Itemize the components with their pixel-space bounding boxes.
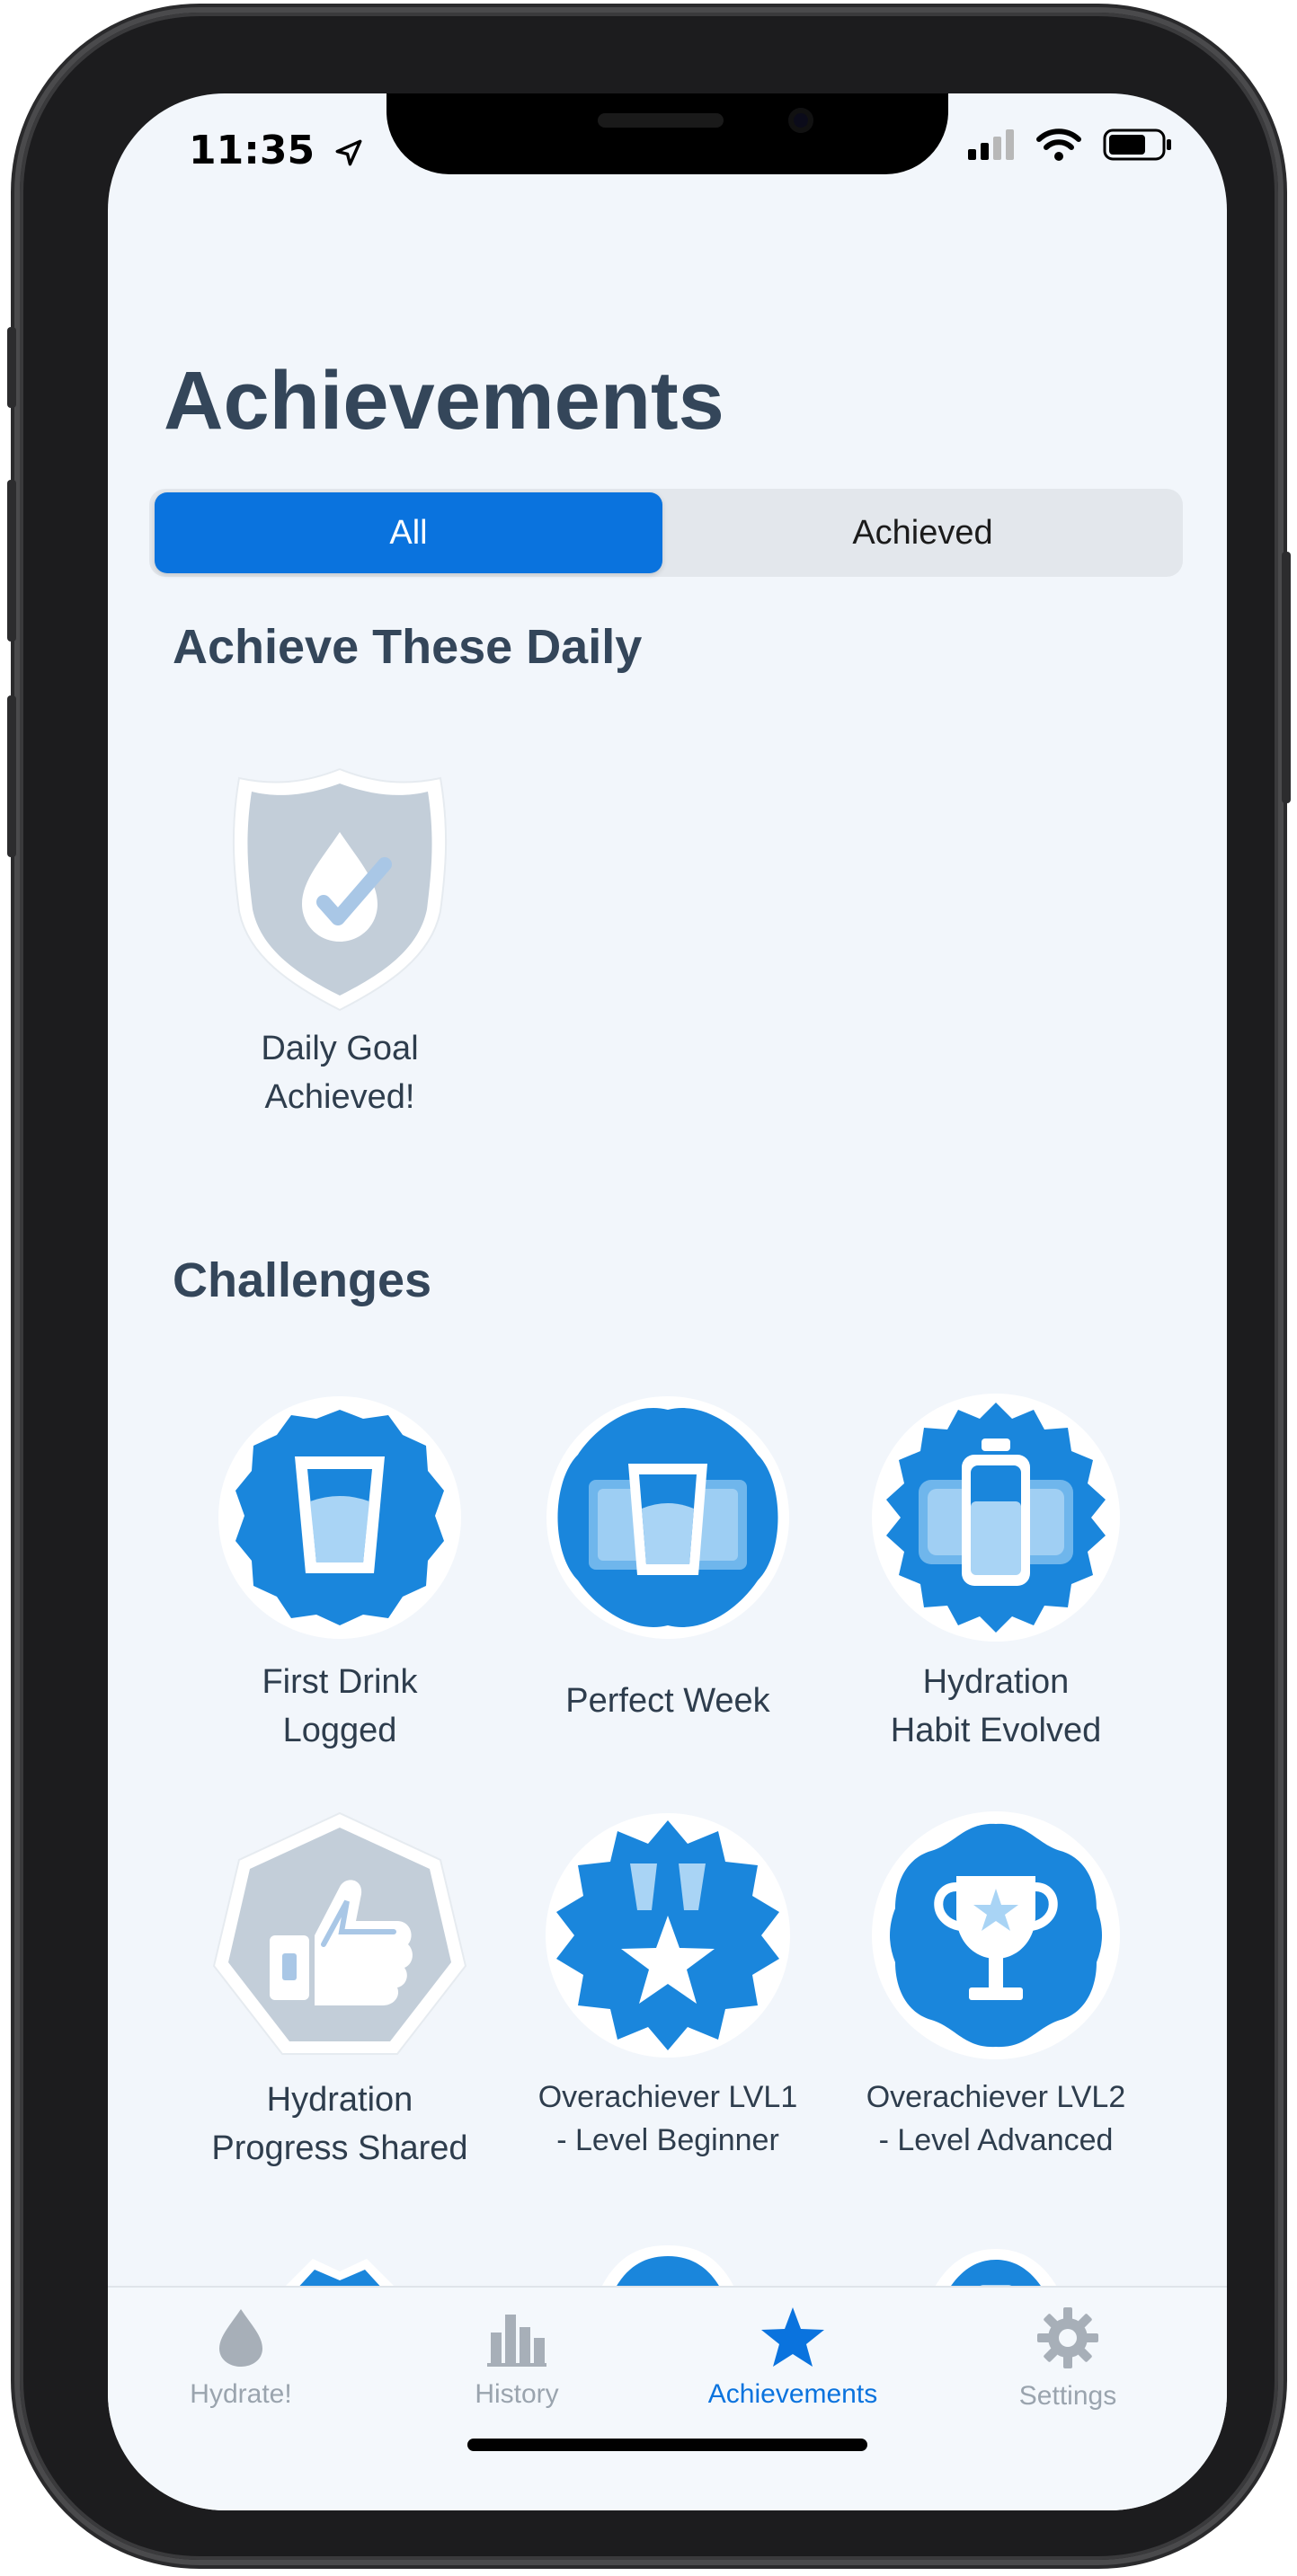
badge-overachiever-lvl2[interactable]: Overachiever LVL2 - Level Advanced	[861, 1801, 1131, 2162]
segment-achieved[interactable]: Achieved	[669, 492, 1177, 573]
badge-label-line1: Overachiever LVL2	[866, 2080, 1126, 2114]
section-title-daily: Achieve These Daily	[173, 620, 643, 674]
status-time: 11:35	[189, 128, 364, 173]
badge-label: Hydration Progress Shared	[205, 2076, 475, 2173]
badge-label-line2: Habit Evolved	[890, 1712, 1102, 1749]
tab-hydrate[interactable]: Hydrate!	[124, 2306, 358, 2410]
speaker	[598, 113, 724, 128]
star-medal-icon	[546, 1813, 790, 2058]
mute-switch	[7, 327, 16, 408]
front-camera	[788, 108, 813, 133]
badge-label-line2: - Level Beginner	[556, 2123, 779, 2157]
section-title-challenges: Challenges	[173, 1253, 432, 1307]
bottles-icon	[872, 1394, 1120, 1642]
badge-label-line1: Perfect Week	[565, 1682, 770, 1720]
status-time-text: 11:35	[189, 128, 315, 173]
tab-settings[interactable]: Settings	[951, 2306, 1185, 2412]
badge-overachiever-lvl1[interactable]: Overachiever LVL1 - Level Beginner	[533, 1801, 803, 2162]
tab-achievements[interactable]: Achievements	[676, 2306, 910, 2410]
badge-hydration-habit-evolved[interactable]: Hydration Habit Evolved	[861, 1383, 1131, 1755]
badge-label-line1: Daily Goal	[261, 1030, 419, 1067]
gear-icon	[1037, 2307, 1098, 2368]
badge-label: First Drink Logged	[205, 1658, 475, 1755]
thumbs-up-icon	[212, 1811, 467, 2055]
badge-label: Perfect Week	[533, 1677, 803, 1725]
badge-label: Hydration Habit Evolved	[861, 1658, 1131, 1755]
badge-daily-goal[interactable]: Daily Goal Achieved!	[205, 749, 475, 1121]
wifi-icon	[1036, 128, 1081, 161]
tab-bar: Hydrate! History Achievements Settings	[108, 2286, 1227, 2510]
tab-history[interactable]: History	[400, 2306, 634, 2410]
badge-label-line2: - Level Advanced	[878, 2123, 1114, 2157]
badge-label: Overachiever LVL2 - Level Advanced	[861, 2076, 1131, 2162]
status-indicators	[968, 128, 1173, 162]
tab-label: History	[475, 2379, 559, 2409]
tab-label: Hydrate!	[190, 2379, 292, 2409]
badge-label: Overachiever LVL1 - Level Beginner	[533, 2076, 803, 2162]
badge-perfect-week[interactable]: Perfect Week	[533, 1383, 803, 1725]
glasses-icon	[546, 1396, 789, 1639]
home-indicator[interactable]	[467, 2439, 867, 2451]
badge-label-line2: Logged	[282, 1712, 397, 1749]
badge-label: Daily Goal Achieved!	[205, 1024, 475, 1121]
badge-hydration-progress-shared[interactable]: Hydration Progress Shared	[205, 1801, 475, 2173]
star-icon	[761, 2307, 824, 2367]
badge-first-drink-logged[interactable]: First Drink Logged	[205, 1383, 475, 1755]
volume-up-button	[7, 480, 16, 642]
side-button	[1282, 552, 1291, 803]
notch	[386, 93, 948, 174]
badge-label-line1: First Drink	[262, 1663, 418, 1701]
segmented-control: All Achieved	[149, 489, 1183, 577]
location-arrow-icon	[335, 139, 362, 166]
screen: 11:35 Achievements All Achieved Achieve …	[108, 93, 1227, 2510]
page-title: Achievements	[164, 355, 724, 447]
tab-label: Settings	[1018, 2381, 1117, 2411]
badge-label-line1: Overachiever LVL1	[537, 2080, 798, 2114]
badge-label-line1: Hydration	[266, 2081, 413, 2119]
water-drop-check-shield-icon	[232, 767, 448, 1012]
battery-icon	[1103, 128, 1171, 161]
drop-icon	[219, 2309, 262, 2367]
segment-all[interactable]: All	[155, 492, 662, 573]
trophy-icon	[872, 1811, 1120, 2059]
water-glass-icon	[218, 1396, 461, 1639]
bar-chart-icon	[487, 2315, 546, 2367]
cellular-signal-icon	[968, 129, 1014, 160]
badge-label-line1: Hydration	[922, 1663, 1070, 1701]
tab-label: Achievements	[707, 2379, 878, 2409]
badge-label-line2: Achieved!	[264, 1078, 415, 1116]
phone-frame: 11:35 Achievements All Achieved Achieve …	[7, 13, 1291, 2560]
volume-down-button	[7, 695, 16, 857]
badge-label-line2: Progress Shared	[211, 2129, 468, 2167]
